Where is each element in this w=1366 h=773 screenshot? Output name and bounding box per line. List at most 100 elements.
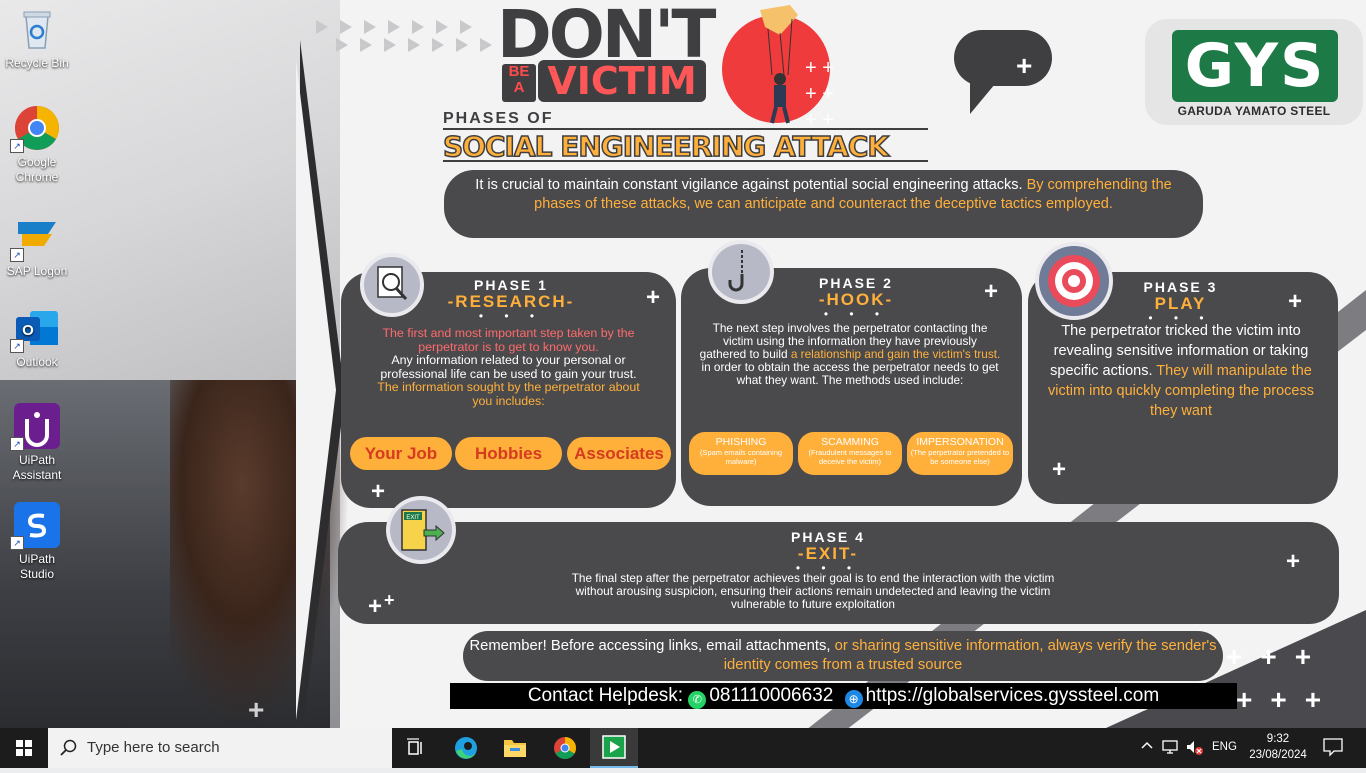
- helpdesk-bar: Contact Helpdesk: ✆ 081110006632 ⊕ https:/…: [450, 683, 1237, 709]
- uipath-studio-icon: ↗: [10, 502, 60, 550]
- taskbar-chrome[interactable]: [541, 733, 589, 763]
- intro-text: It is crucial to maintain constant vigil…: [475, 177, 1023, 193]
- plus-icon: +: [646, 284, 661, 311]
- speech-bubble-icon: [954, 30, 1052, 86]
- poster-title: SOCIAL ENGINEERING ATTACK: [442, 130, 890, 164]
- notification-center-button[interactable]: [1322, 737, 1344, 762]
- shortcut-arrow-icon: ↗: [10, 139, 24, 153]
- shortcut-arrow-icon: ↗: [10, 248, 24, 262]
- desktop-icon-uipath-assistant[interactable]: ↗ UiPath Assistant: [4, 403, 70, 483]
- edge-icon: [455, 737, 477, 759]
- remember-card: Remember! Before accessing links, email …: [463, 631, 1223, 681]
- plus-icon: +: [1016, 50, 1033, 81]
- volume-button[interactable]: [1185, 738, 1205, 761]
- chrome-icon: ↗: [10, 105, 60, 153]
- whatsapp-icon: ✆: [688, 691, 707, 709]
- desktop-icon-sap-logon[interactable]: ↗ SAP Logon: [4, 214, 70, 279]
- phase2-body-b: in order to obtain the access the perpet…: [701, 360, 999, 387]
- task-view-icon: [407, 738, 422, 755]
- svg-text:O: O: [22, 322, 34, 339]
- file-explorer-icon: [504, 740, 526, 757]
- task-view-button[interactable]: [392, 733, 440, 763]
- network-icon: [1162, 740, 1178, 754]
- fishing-hook-icon: [708, 240, 774, 304]
- method-scamming: SCAMMING (Fraudulent messages to deceive…: [798, 432, 902, 475]
- taskbar-search-box[interactable]: Type here to search: [48, 728, 392, 768]
- globe-icon: ⊕: [844, 690, 863, 708]
- phases-of-label: PHASES OF: [443, 110, 554, 127]
- helpdesk-phone: 081110006632: [709, 685, 834, 706]
- search-placeholder: Type here to search: [87, 739, 220, 756]
- desktop-icon-google-chrome[interactable]: ↗ Google Chrome: [4, 105, 70, 185]
- chevron-up-icon: [1141, 741, 1153, 749]
- taskbar-clock[interactable]: 9:32 23/08/2024: [1246, 731, 1310, 763]
- network-status-button[interactable]: [1161, 738, 1181, 761]
- poster-headline-victim: VICTIM: [538, 60, 706, 102]
- play-arrows-decoration: [316, 20, 492, 52]
- taskbar-media-player[interactable]: [590, 728, 638, 768]
- poster-headline-be-a: BE A: [502, 64, 536, 102]
- phase4-label: PHASE 4: [791, 529, 865, 545]
- svg-text:EXIT: EXIT: [406, 515, 420, 521]
- windows-logo-icon: [16, 740, 32, 756]
- phase1-item-associates: Associates: [567, 437, 671, 470]
- desktop-icon-label: UiPath Assistant: [12, 453, 62, 482]
- helpdesk-label: Contact Helpdesk:: [527, 685, 684, 706]
- phase3-label: PHASE 3: [1143, 279, 1218, 295]
- clock-date: 23/08/2024: [1249, 749, 1307, 761]
- desktop-icon-uipath-studio[interactable]: ↗ UiPath Studio: [4, 502, 70, 582]
- plus-icon: +: [1288, 288, 1303, 315]
- start-button[interactable]: [0, 728, 48, 768]
- uipath-assistant-icon: ↗: [10, 403, 60, 451]
- company-logo-name: GARUDA YAMATO STEEL: [1177, 104, 1331, 118]
- phase1-item-your-job: Your Job: [350, 437, 452, 470]
- volume-muted-icon: [1187, 741, 1203, 755]
- desktop-icon-label: Google Chrome: [15, 155, 59, 184]
- phase1-body: Any information related to your personal…: [380, 353, 637, 381]
- phase2-label: PHASE 2: [819, 275, 893, 291]
- taskbar-file-explorer[interactable]: [491, 733, 539, 763]
- plus-decoration: +: [248, 694, 265, 725]
- shortcut-arrow-icon: ↗: [10, 339, 24, 353]
- desktop-icon-recycle-bin[interactable]: Recycle Bin: [4, 6, 70, 71]
- method-impersonation: IMPERSONATION (The perpetrator pretended…: [907, 432, 1013, 475]
- helpdesk-url: https://globalservices.gyssteel.com: [865, 685, 1160, 706]
- phase1-sought: The information sought by the perpetrato…: [377, 380, 640, 408]
- plus-icon: +: [1052, 456, 1067, 483]
- desktop-icon-label: Outlook: [16, 355, 58, 369]
- plus-icon: +: [384, 590, 395, 610]
- shortcut-arrow-icon: ↗: [10, 536, 24, 550]
- desktop-icon-label: UiPath Studio: [18, 552, 56, 581]
- plus-icon: +: [371, 478, 386, 505]
- input-language-indicator[interactable]: ENG: [1212, 741, 1237, 753]
- clock-time: 9:32: [1266, 733, 1290, 745]
- research-icon: [360, 253, 424, 317]
- taskbar-edge[interactable]: [442, 733, 490, 763]
- desktop-icon-outlook[interactable]: O ↗ Outlook: [4, 305, 70, 370]
- media-player-icon: [602, 735, 626, 759]
- show-hidden-icons-button[interactable]: [1140, 739, 1154, 756]
- notification-icon: [1323, 738, 1343, 757]
- plus-icon: +: [1286, 548, 1301, 575]
- chrome-icon: [554, 737, 576, 759]
- phase1-label: PHASE 1: [474, 277, 548, 293]
- search-icon: [60, 739, 77, 756]
- phase1-lead: The first and most important step taken …: [382, 326, 635, 354]
- phase4-body: The final step after the perpetrator ach…: [571, 571, 1055, 611]
- exit-door-icon: EXIT: [386, 496, 456, 564]
- desktop-icon-label: SAP Logon: [6, 264, 68, 278]
- plus-decoration: +++: [1226, 641, 1330, 672]
- phase2-highlight: a relationship and gain the victim's tru…: [790, 347, 1001, 361]
- plus-decoration: + + + + + +: [805, 57, 834, 131]
- phase1-item-hobbies: Hobbies: [455, 437, 562, 470]
- target-icon: [1035, 242, 1113, 320]
- company-logo-letters: GYS: [1172, 30, 1338, 102]
- desktop-icon-label: Recycle Bin: [5, 56, 69, 70]
- recycle-bin-icon: [14, 6, 60, 52]
- remember-text: Remember! Before accessing links, email …: [469, 638, 831, 654]
- plus-decoration: +++: [1236, 684, 1340, 715]
- shortcut-arrow-icon: ↗: [10, 437, 24, 451]
- intro-card: It is crucial to maintain constant vigil…: [444, 170, 1203, 238]
- plus-icon: +: [368, 593, 383, 620]
- phase4-card: PHASE 4 -EXIT- • • • The final step afte…: [338, 522, 1339, 624]
